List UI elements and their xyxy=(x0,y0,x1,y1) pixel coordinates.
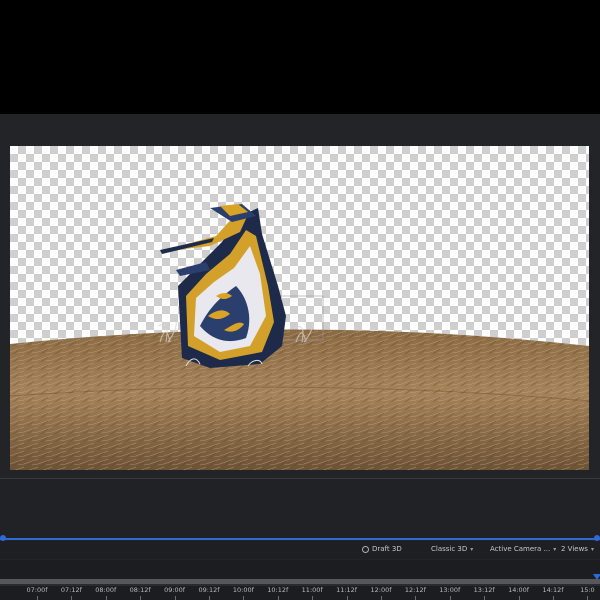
time-ruler-label: 09:00f xyxy=(164,586,186,594)
time-ruler-tick xyxy=(449,596,451,600)
time-ruler-tick xyxy=(105,596,107,600)
time-ruler-label: 12:00f xyxy=(370,586,392,594)
draft-3d-toggle[interactable]: Draft 3D xyxy=(362,545,402,553)
time-ruler-label: 11:12f xyxy=(336,586,358,594)
chevron-down-icon: ▾ xyxy=(553,545,557,553)
camera-dropdown[interactable]: Active Camera ... ▾ xyxy=(490,545,556,553)
time-ruler-tick xyxy=(346,596,348,600)
time-ruler-tick xyxy=(518,596,520,600)
time-ruler-tick xyxy=(553,596,554,600)
time-ruler[interactable]: 07:00f 07:12f 08:00f 08:12f 09:00f 09:12f 10:0… xyxy=(0,586,600,600)
chevron-down-icon: ▾ xyxy=(590,545,594,553)
camera-label: Active Camera ... xyxy=(490,545,551,553)
time-ruler-label: 10:12f xyxy=(267,586,289,594)
time-ruler-tick xyxy=(277,596,279,600)
time-ruler-tick xyxy=(174,596,176,600)
time-ruler-label: 13:12f xyxy=(473,586,495,594)
time-ruler-tick xyxy=(37,596,38,600)
time-ruler-tick xyxy=(312,596,314,600)
draft-3d-icon xyxy=(362,545,369,553)
time-ruler-label: 13:00f xyxy=(439,586,461,594)
time-ruler-label: 07:00f xyxy=(26,586,48,594)
time-ruler-label: 14:00f xyxy=(508,586,530,594)
draft-3d-label: Draft 3D xyxy=(372,545,402,553)
chevron-down-icon: ▾ xyxy=(470,545,474,553)
time-ruler-label: 09:12f xyxy=(198,586,220,594)
time-ruler-tick xyxy=(381,596,382,600)
time-ruler-tick xyxy=(243,596,245,600)
view-separator xyxy=(0,538,600,540)
time-ruler-label: 10:00f xyxy=(232,586,254,594)
time-ruler-label: 08:00f xyxy=(95,586,117,594)
views-dropdown[interactable]: 2 Views ▾ xyxy=(561,545,594,553)
time-ruler-label: 14:12f xyxy=(542,586,564,594)
renderer-dropdown[interactable]: Classic 3D ▾ xyxy=(431,545,473,553)
time-ruler-label: 15:0 xyxy=(580,586,595,594)
time-ruler-tick xyxy=(484,596,486,600)
time-ruler-label: 11:00f xyxy=(301,586,323,594)
views-label: 2 Views xyxy=(561,545,588,553)
top-black-area xyxy=(0,0,600,114)
composition-canvas[interactable] xyxy=(10,146,589,470)
time-ruler-tick xyxy=(71,596,73,600)
viewer-toolbar: Draft 3D Classic 3D ▾ Active Camera ... … xyxy=(0,541,600,559)
time-ruler-tick xyxy=(209,596,210,600)
scene-render xyxy=(10,204,589,470)
renderer-label: Classic 3D xyxy=(431,545,468,553)
time-ruler-label: 08:12f xyxy=(129,586,151,594)
time-ruler-label: 07:12f xyxy=(60,586,82,594)
work-area-bar[interactable] xyxy=(0,579,600,584)
time-ruler-tick xyxy=(140,596,142,600)
time-ruler-tick xyxy=(587,596,589,600)
time-ruler-tick xyxy=(415,596,417,600)
current-time-indicator[interactable] xyxy=(593,574,600,580)
time-ruler-label: 12:12f xyxy=(404,586,426,594)
viewer-pasteboard xyxy=(0,479,600,539)
